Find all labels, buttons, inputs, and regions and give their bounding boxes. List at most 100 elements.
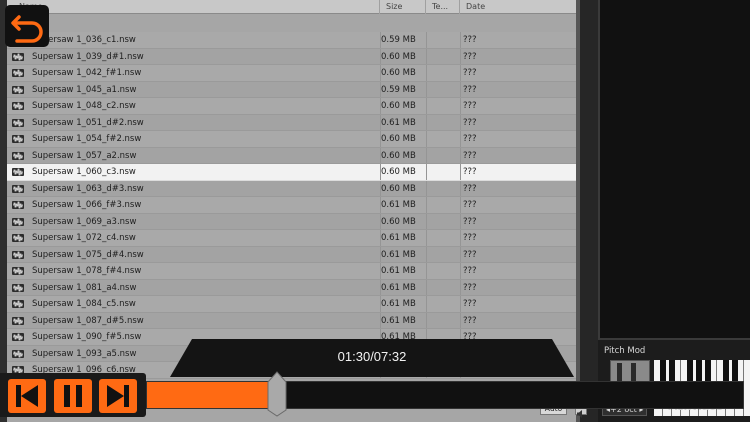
playback-time: 01:30/07:32 [337, 349, 407, 364]
progress-track[interactable] [146, 381, 744, 409]
file-name: Supersaw 1_066_f#3.nsw [32, 200, 142, 210]
file-name: Supersaw 1_093_a5.nsw [32, 348, 137, 359]
column-separator [426, 213, 427, 229]
column-separator [460, 197, 461, 213]
file-size: 0.61 MB [381, 315, 416, 326]
pause-icon [64, 385, 82, 407]
file-row[interactable]: Supersaw 1_069_a3.nsw 0.60 MB??? [7, 213, 576, 230]
file-size: 0.61 MB [381, 266, 416, 276]
browser-left-strip [0, 0, 7, 422]
waveform-icon [12, 349, 24, 358]
file-name: Supersaw 1_090_f#5.nsw [32, 332, 142, 342]
video-player-controls [0, 370, 750, 422]
waveform-icon [12, 283, 24, 292]
file-row[interactable]: Supersaw 1_060_c3.nsw 0.60 MB??? [7, 164, 576, 181]
file-name: Supersaw 1_072_c4.nsw [32, 233, 136, 243]
pause-button[interactable] [54, 379, 92, 413]
file-date: ??? [463, 266, 477, 276]
column-separator [426, 81, 427, 97]
column-separator [460, 48, 461, 64]
file-row[interactable]: Supersaw 1_066_f#3.nsw 0.61 MB??? [7, 197, 576, 214]
file-name: Supersaw 1_060_c3.nsw [32, 167, 136, 177]
file-size: 0.61 MB [381, 233, 416, 243]
column-separator [426, 48, 427, 64]
file-row[interactable]: Supersaw 1_036_c1.nsw 0.59 MB??? [7, 32, 576, 49]
waveform-icon [12, 316, 24, 325]
progress-fill [147, 382, 268, 408]
file-size: 0.60 MB [381, 167, 416, 177]
column-separator [460, 230, 461, 246]
file-date: ??? [463, 117, 477, 128]
browser-header: Name Size Te... Date [7, 0, 576, 14]
column-separator [426, 65, 427, 81]
waveform-icon [12, 267, 24, 275]
column-separator [460, 131, 461, 147]
waveform-icon [12, 184, 24, 193]
waveform-icon [12, 135, 24, 143]
file-name: Supersaw 1_045_a1.nsw [32, 84, 137, 95]
waveform-icon [12, 151, 24, 160]
column-separator [460, 164, 461, 180]
file-size: 0.60 MB [381, 51, 416, 62]
file-row[interactable]: Supersaw 1_075_d#4.nsw 0.61 MB??? [7, 246, 576, 263]
file-name: Supersaw 1_048_c2.nsw [32, 101, 136, 111]
skip-forward-icon [107, 385, 129, 407]
column-separator [460, 263, 461, 279]
file-row[interactable]: Supersaw 1_078_f#4.nsw 0.61 MB??? [7, 263, 576, 280]
file-row[interactable]: Supersaw 1_084_c5.nsw 0.61 MB??? [7, 296, 576, 313]
file-row[interactable]: Supersaw 1_042_f#1.nsw 0.60 MB??? [7, 65, 576, 82]
waveform-icon [12, 333, 24, 341]
file-row[interactable]: Supersaw 1_072_c4.nsw 0.61 MB??? [7, 230, 576, 247]
file-size: 0.60 MB [381, 150, 416, 161]
file-date: ??? [463, 35, 477, 45]
file-size: 0.60 MB [381, 68, 416, 78]
waveform-icon [12, 201, 24, 209]
file-row[interactable]: Supersaw 1_087_d#5.nsw 0.61 MB??? [7, 312, 576, 329]
file-row[interactable]: Supersaw 1_054_f#2.nsw 0.60 MB??? [7, 131, 576, 148]
file-row[interactable]: Supersaw 1_051_d#2.nsw 0.61 MB??? [7, 114, 576, 131]
file-size: 0.59 MB [381, 84, 416, 95]
column-separator [460, 279, 461, 295]
waveform-icon [12, 300, 24, 308]
file-name: Supersaw 1_069_a3.nsw [32, 216, 137, 227]
file-date: ??? [463, 167, 477, 177]
column-separator [460, 81, 461, 97]
file-size: 0.60 MB [381, 183, 416, 194]
instrument-panel: Pitch Mod ◂+2 oct ▸ AskVideo [580, 0, 750, 422]
column-separator [426, 180, 427, 196]
file-size: 0.61 MB [381, 299, 416, 309]
column-separator [460, 213, 461, 229]
column-header-tempo[interactable]: Te... [426, 0, 460, 14]
column-separator [426, 263, 427, 279]
file-size: 0.61 MB [381, 117, 416, 128]
waveform-icon [12, 52, 24, 61]
progress-thumb[interactable] [266, 370, 288, 418]
back-button[interactable] [5, 5, 49, 47]
skip-back-button[interactable] [8, 379, 46, 413]
file-date: ??? [463, 68, 477, 78]
file-row[interactable]: Supersaw 1_048_c2.nsw 0.60 MB??? [7, 98, 576, 115]
waveform-icon [12, 85, 24, 94]
waveform-icon [12, 234, 24, 242]
file-row[interactable]: Supersaw 1_039_d#1.nsw 0.60 MB??? [7, 48, 576, 65]
file-date: ??? [463, 84, 477, 95]
column-separator [460, 312, 461, 328]
column-separator [460, 114, 461, 130]
column-header-size[interactable]: Size [380, 0, 426, 14]
column-header-date[interactable]: Date [460, 0, 576, 14]
file-date: ??? [463, 183, 477, 194]
column-separator [460, 296, 461, 312]
file-row[interactable]: Supersaw 1_045_a1.nsw 0.59 MB??? [7, 81, 576, 98]
file-row[interactable]: Supersaw 1_063_d#3.nsw 0.60 MB??? [7, 180, 576, 197]
column-separator [426, 197, 427, 213]
file-name: Supersaw 1_054_f#2.nsw [32, 134, 142, 144]
file-name: Supersaw 1_063_d#3.nsw [32, 183, 144, 194]
file-size: 0.60 MB [381, 134, 416, 144]
file-row[interactable]: Supersaw 1_057_a2.nsw 0.60 MB??? [7, 147, 576, 164]
file-date: ??? [463, 134, 477, 144]
column-separator [426, 131, 427, 147]
column-header-name[interactable]: Name [13, 0, 380, 14]
skip-forward-button[interactable] [99, 379, 137, 413]
file-row[interactable]: Supersaw 1_081_a4.nsw 0.61 MB??? [7, 279, 576, 296]
column-separator [460, 32, 461, 48]
